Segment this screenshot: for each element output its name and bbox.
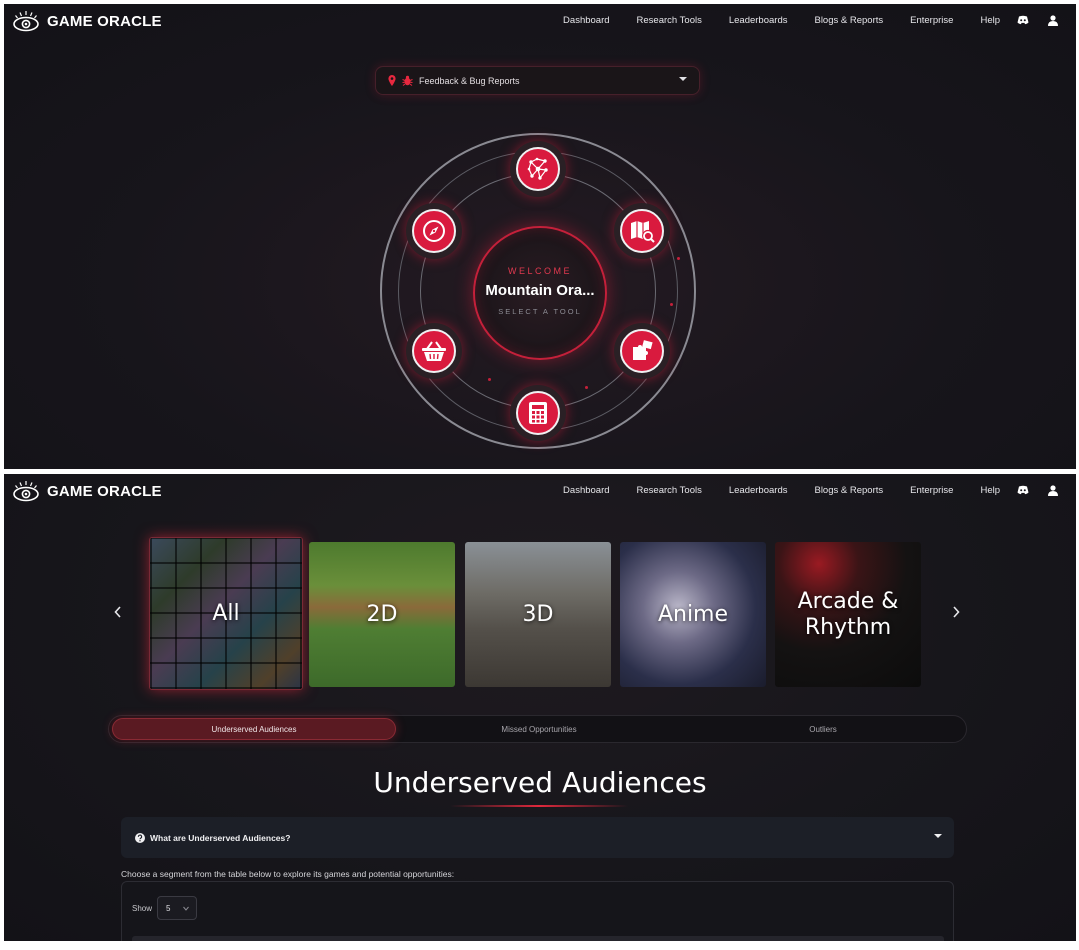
faq-question: What are Underserved Audiences? [150, 832, 291, 843]
tool-puzzle-button[interactable] [614, 323, 670, 379]
feedback-label: Feedback & Bug Reports [419, 75, 520, 86]
category-card-arcade-rhythm[interactable]: Arcade & Rhythm [775, 542, 921, 687]
pin-icon [388, 75, 396, 86]
nav-links: Dashboard Research Tools Leaderboards Bl… [536, 13, 1060, 27]
select-tool-text: SELECT A TOOL [498, 307, 582, 316]
welcome-text: WELCOME [507, 266, 572, 276]
navbar: GAME ORACLE Dashboard Research Tools Lea… [4, 4, 1076, 38]
category-label: Arcade & Rhythm [797, 588, 899, 640]
analysis-tabs: Underserved Audiences Missed Opportuniti… [108, 715, 967, 743]
user-icon[interactable] [1046, 483, 1060, 497]
nav-enterprise[interactable]: Enterprise [910, 15, 953, 26]
nav-help[interactable]: Help [980, 15, 1000, 26]
title-underline [450, 805, 628, 807]
nav-links: Dashboard Research Tools Leaderboards Bl… [536, 483, 1060, 497]
category-carousel: All 2D 3D Anime Arcade & Rhythm [4, 534, 1076, 694]
brand[interactable]: GAME ORACLE [12, 9, 162, 33]
chevron-left-icon [114, 606, 121, 618]
orbit-dot [585, 386, 588, 389]
tool-map-search-button[interactable] [614, 203, 670, 259]
category-card-anime[interactable]: Anime [620, 542, 766, 687]
chevron-down-icon [183, 906, 189, 911]
discord-icon[interactable] [1016, 13, 1030, 27]
user-icon[interactable] [1046, 13, 1060, 27]
carousel-prev-button[interactable] [110, 604, 126, 620]
tool-basket-button[interactable] [406, 323, 462, 379]
user-name: Mountain Ora... [485, 282, 595, 299]
tool-network-button[interactable] [510, 141, 566, 197]
compass-icon [423, 220, 445, 242]
table-header [132, 936, 944, 941]
carousel-next-button[interactable] [948, 604, 964, 620]
show-label: Show [132, 904, 153, 913]
tab-underserved-audiences[interactable]: Underserved Audiences [112, 718, 396, 740]
audiences-screen: GAME ORACLE Dashboard Research Tools Lea… [4, 474, 1076, 941]
category-label: All [212, 600, 240, 626]
chevron-down-icon [679, 77, 687, 81]
nav-research-tools[interactable]: Research Tools [637, 15, 702, 26]
nav-dashboard[interactable]: Dashboard [563, 15, 609, 26]
nav-blogs-reports[interactable]: Blogs & Reports [814, 15, 883, 26]
eye-logo-icon [13, 11, 39, 32]
navbar: GAME ORACLE Dashboard Research Tools Lea… [4, 474, 1076, 508]
chevron-right-icon [953, 606, 960, 618]
orbit-dot [488, 378, 491, 381]
feedback-dropdown[interactable]: Feedback & Bug Reports [375, 66, 700, 95]
section-title: Underserved Audiences [373, 766, 707, 799]
faq-accordion[interactable]: What are Underserved Audiences? [121, 817, 954, 858]
category-card-3d[interactable]: 3D [465, 542, 611, 687]
tool-wheel: WELCOME Mountain Ora... SELECT A TOOL [380, 133, 696, 449]
nav-leaderboards[interactable]: Leaderboards [729, 15, 788, 26]
page-size-value: 5 [166, 904, 171, 913]
eye-logo-icon [13, 481, 39, 502]
helper-text: Choose a segment from the table below to… [121, 869, 455, 879]
brand-name: GAME ORACLE [47, 482, 162, 500]
page-size-select[interactable]: 5 [157, 896, 197, 920]
discord-icon[interactable] [1016, 483, 1030, 497]
chevron-down-icon [934, 834, 942, 838]
nav-dashboard[interactable]: Dashboard [563, 485, 609, 496]
tab-outliers[interactable]: Outliers [681, 718, 965, 740]
tool-compass-button[interactable] [406, 203, 462, 259]
calculator-icon [529, 402, 547, 424]
category-label: 3D [522, 601, 554, 627]
nav-enterprise[interactable]: Enterprise [910, 485, 953, 496]
orbit-dot [677, 257, 680, 260]
nav-leaderboards[interactable]: Leaderboards [729, 485, 788, 496]
bug-icon [402, 75, 413, 86]
category-label: 2D [366, 601, 398, 627]
nav-help[interactable]: Help [980, 485, 1000, 496]
category-label: Anime [657, 601, 729, 627]
tool-calculator-button[interactable] [510, 385, 566, 441]
category-card-all[interactable]: All [149, 537, 303, 690]
category-card-2d[interactable]: 2D [309, 542, 455, 687]
tool-wheel-screen: GAME ORACLE Dashboard Research Tools Lea… [4, 4, 1076, 469]
network-graph-icon [527, 157, 548, 180]
segments-table: Show 5 [121, 881, 954, 941]
brand[interactable]: GAME ORACLE [12, 479, 162, 503]
welcome-core: WELCOME Mountain Ora... SELECT A TOOL [473, 226, 607, 360]
nav-research-tools[interactable]: Research Tools [637, 485, 702, 496]
question-circle-icon [135, 832, 145, 843]
map-search-icon [631, 221, 655, 243]
puzzle-icon [633, 340, 653, 360]
tab-missed-opportunities[interactable]: Missed Opportunities [397, 718, 681, 740]
basket-icon [422, 341, 446, 361]
orbit-dot [670, 303, 673, 306]
brand-name: GAME ORACLE [47, 12, 162, 30]
nav-blogs-reports[interactable]: Blogs & Reports [814, 485, 883, 496]
